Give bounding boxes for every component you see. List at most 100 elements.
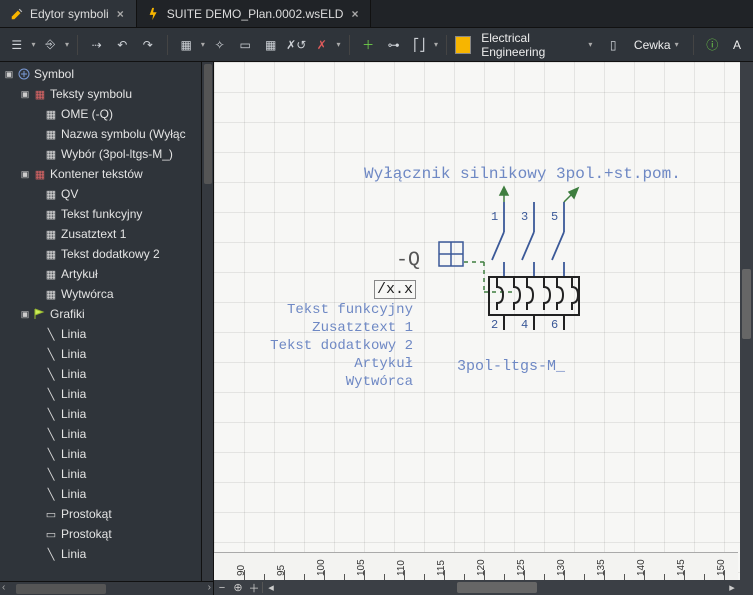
dropdown-arrow-icon[interactable]: ▾ <box>337 40 341 49</box>
delete-x-icon[interactable]: ✗ <box>311 33 333 57</box>
tree-group[interactable]: ▣ Grafiki <box>0 304 213 324</box>
tab-symbol-editor[interactable]: Edytor symboli × <box>0 0 137 27</box>
ruler-tick-label: 145 <box>676 559 687 576</box>
tree-label: Grafiki <box>50 307 85 321</box>
line-icon: ╲ <box>44 367 58 381</box>
tree-scrollbar-horizontal[interactable]: ‹ › <box>0 581 213 595</box>
tree-item[interactable]: ▦Zusatztext 1 <box>0 224 213 244</box>
collapse-icon[interactable]: ▣ <box>20 169 30 179</box>
grid2-icon[interactable]: ▦ <box>260 33 282 57</box>
tree-item[interactable]: ▦QV <box>0 184 213 204</box>
scroll-right-icon[interactable]: ▸ <box>724 580 740 595</box>
toolbar: ☰ ▾ ⎆ ▾ ⇢ ↶ ↷ ▦ ▾ ✧ ▭ ▦ ✗↺ ✗ ▾ ＋ ⊶ ⎡⎦ ▾ … <box>0 28 753 62</box>
tree-item[interactable]: ▦Nazwa symbolu (Wyłąc <box>0 124 213 144</box>
close-icon[interactable]: × <box>349 7 360 21</box>
ruler-tick-label: 135 <box>596 559 607 576</box>
canvas-text-5: Wytwórca <box>346 374 413 390</box>
tree-item[interactable]: ╲Linia <box>0 444 213 464</box>
pencil-icon <box>10 7 24 21</box>
scrollbar-thumb[interactable] <box>742 269 751 339</box>
scroll-left-icon[interactable]: ◂ <box>263 580 279 595</box>
tree-group[interactable]: ▣ ▦ Kontener tekstów <box>0 164 213 184</box>
tree-item[interactable]: ╲Linia <box>0 324 213 344</box>
line-icon: ╲ <box>44 547 58 561</box>
undo-icon[interactable]: ↶ <box>111 33 133 57</box>
zoom-fit-icon[interactable]: ⊕ <box>230 580 246 595</box>
scrollbar-track[interactable] <box>279 580 724 595</box>
tree-item[interactable]: ╲Linia <box>0 464 213 484</box>
grid-icon[interactable]: ▦ <box>175 33 197 57</box>
connector-icon[interactable]: ⊶ <box>383 33 405 57</box>
tree-item[interactable]: ╲Linia <box>0 364 213 384</box>
tree-item[interactable]: ▦Tekst funkcyjny <box>0 204 213 224</box>
redo-icon[interactable]: ↷ <box>137 33 159 57</box>
new-symbol-icon[interactable]: ⎆ <box>40 33 62 57</box>
dropdown-arrow-icon[interactable]: ▾ <box>201 40 205 49</box>
bracket-icon[interactable]: ⎡⎦ <box>408 33 430 57</box>
snap-icon[interactable]: ✧ <box>209 33 231 57</box>
dropdown-arrow-icon[interactable]: ▾ <box>65 40 69 49</box>
tree-item[interactable]: ╲Linia <box>0 344 213 364</box>
dropdown-arrow-icon[interactable]: ▾ <box>32 40 36 49</box>
tree-label: Linia <box>61 347 86 361</box>
tree[interactable]: ▣ Symbol ▣ ▦ Teksty symbolu ▦OME (-Q) ▦N… <box>0 62 213 581</box>
tree-label: Linia <box>61 407 86 421</box>
flag-icon <box>33 307 47 321</box>
scrollbar-thumb[interactable] <box>204 64 212 184</box>
tree-item[interactable]: ▦Artykuł <box>0 264 213 284</box>
tree-item[interactable]: ╲Linia <box>0 384 213 404</box>
tree-item[interactable]: ▭Prostokąt <box>0 504 213 524</box>
page-icon[interactable]: ▯ <box>602 33 624 57</box>
tree-label: Prostokąt <box>61 507 112 521</box>
undo-delete-icon[interactable]: ✗↺ <box>285 33 307 57</box>
ruler-tick-label: 120 <box>476 559 487 576</box>
tree-item[interactable]: ▦Wybór (3pol-ltgs-M_) <box>0 144 213 164</box>
canvas-scrollbar-vertical[interactable] <box>740 62 753 580</box>
rect-icon: ▭ <box>44 507 58 521</box>
canvas-area[interactable]: Wyłącznik silnikowy 3pol.+st.pom. -Q /x.… <box>214 62 753 595</box>
color-swatch[interactable] <box>455 36 471 54</box>
close-icon[interactable]: × <box>115 7 126 21</box>
tab-suite-demo-plan[interactable]: SUITE DEMO_Plan.0002.wsELD × <box>137 0 372 27</box>
canvas-text-2: Zusatztext 1 <box>312 320 413 336</box>
dropdown-arrow-icon[interactable]: ▾ <box>434 40 438 49</box>
tree-group[interactable]: ▣ ▦ Teksty symbolu <box>0 84 213 104</box>
scrollbar-thumb[interactable] <box>457 582 537 593</box>
rect-icon[interactable]: ▭ <box>234 33 256 57</box>
tree-label: Linia <box>61 467 86 481</box>
scrollbar-thumb[interactable] <box>16 584 106 594</box>
canvas-scrollbar-horizontal[interactable]: − ⊕ ＋ ◂ ▸ <box>214 580 740 595</box>
zoom-in-icon[interactable]: ＋ <box>246 580 262 595</box>
collapse-icon[interactable]: ▣ <box>20 309 30 319</box>
tree-item[interactable]: ╲Linia <box>0 544 213 564</box>
zoom-out-icon[interactable]: − <box>214 580 230 595</box>
tree-scrollbar-vertical[interactable] <box>201 62 213 581</box>
tree-item[interactable]: ▦Tekst dodatkowy 2 <box>0 244 213 264</box>
tree-item[interactable]: ╲Linia <box>0 404 213 424</box>
tree-root[interactable]: ▣ Symbol <box>0 64 213 84</box>
ruler-tick-label: 125 <box>516 559 527 576</box>
tree-label: Linia <box>61 387 86 401</box>
tree-item[interactable]: ▭Prostokąt <box>0 524 213 544</box>
ruler-tick-label: 150 <box>716 559 727 576</box>
collapse-icon[interactable]: ▣ <box>4 69 14 79</box>
info-icon[interactable]: ⓘ <box>702 33 724 57</box>
coil-dropdown[interactable]: Cewka ▾ <box>628 38 685 52</box>
tree-item[interactable]: ▦Wytwórca <box>0 284 213 304</box>
link-icon[interactable]: ⇢ <box>86 33 108 57</box>
add-plus-icon[interactable]: ＋ <box>357 33 379 57</box>
tab-label: SUITE DEMO_Plan.0002.wsELD <box>167 7 344 21</box>
tree-item[interactable]: ╲Linia <box>0 424 213 444</box>
discipline-dropdown[interactable]: Electrical Engineering ▾ <box>475 31 598 59</box>
tree-item[interactable]: ▦OME (-Q) <box>0 104 213 124</box>
hash-icon: ▦ <box>44 107 58 121</box>
hash-icon: ▦ <box>44 127 58 141</box>
collapse-icon[interactable]: ▣ <box>20 89 30 99</box>
tree-label: Linia <box>61 447 86 461</box>
tree-label: Zusatztext 1 <box>61 227 126 241</box>
tree-item[interactable]: ╲Linia <box>0 484 213 504</box>
pin-top-5: 5 <box>551 210 558 224</box>
tree-label: Nazwa symbolu (Wyłąc <box>61 127 186 141</box>
ruler-tick-label: 95 <box>276 565 287 576</box>
menu-icon[interactable]: ☰ <box>6 33 28 57</box>
